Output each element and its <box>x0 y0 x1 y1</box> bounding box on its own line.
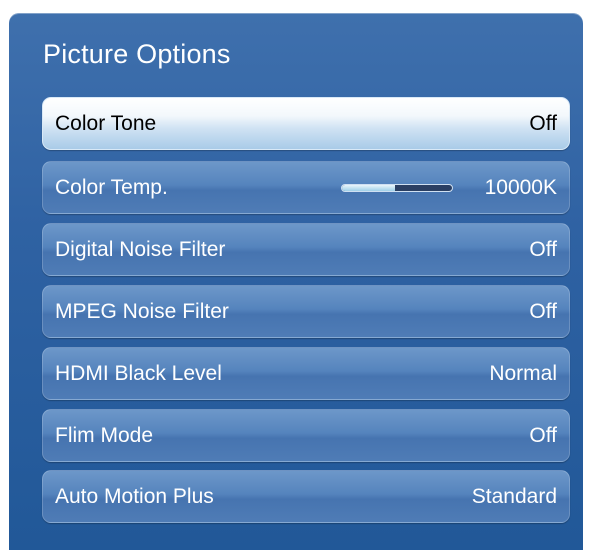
menu-item-film-mode[interactable]: Flim Mode Off <box>42 409 570 462</box>
menu-item-label: Auto Motion Plus <box>55 484 214 508</box>
menu-item-color-tone[interactable]: Color Tone Off <box>42 97 570 150</box>
menu-item-value: Off <box>529 299 557 323</box>
menu-item-value: Normal <box>489 361 557 385</box>
menu-item-digital-noise-filter[interactable]: Digital Noise Filter Off <box>42 223 570 276</box>
menu-item-value: Off <box>529 423 557 447</box>
menu-item-label: Color Tone <box>55 111 157 135</box>
color-temp-slider[interactable] <box>341 183 453 192</box>
color-temp-slider-fill <box>342 184 395 191</box>
menu-item-auto-motion-plus[interactable]: Auto Motion Plus Standard <box>42 470 570 523</box>
menu-title: Picture Options <box>43 39 231 69</box>
menu-item-value: Standard <box>471 484 557 508</box>
menu-item-label: HDMI Black Level <box>55 361 222 385</box>
menu-item-label: Digital Noise Filter <box>55 237 226 261</box>
menu-item-value: Off <box>529 237 557 261</box>
menu-item-label: MPEG Noise Filter <box>55 299 229 323</box>
menu-item-label: Flim Mode <box>55 423 154 447</box>
menu-item-value: 10000K <box>484 175 557 199</box>
menu-item-color-temp[interactable]: Color Temp. 10000K <box>42 161 570 214</box>
menu-item-value: Off <box>529 111 557 135</box>
menu-item-mpeg-noise-filter[interactable]: MPEG Noise Filter Off <box>42 285 570 338</box>
menu-item-label: Color Temp. <box>55 175 168 199</box>
menu-item-hdmi-black-level[interactable]: HDMI Black Level Normal <box>42 347 570 400</box>
